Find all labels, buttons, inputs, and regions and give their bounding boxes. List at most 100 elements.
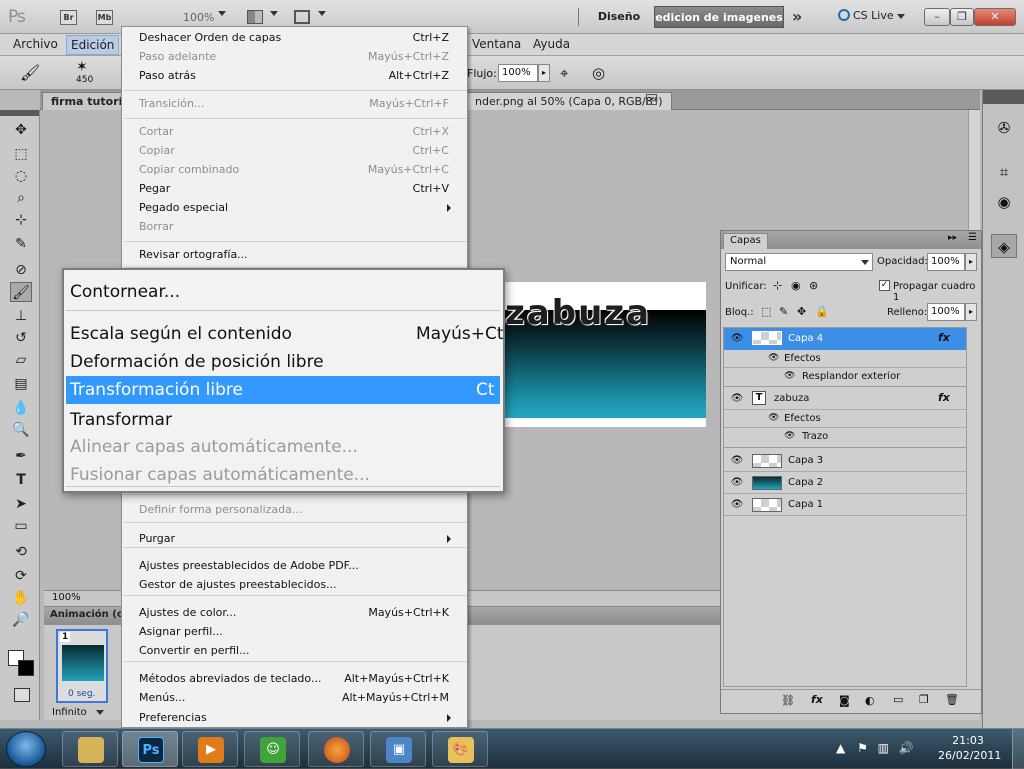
messenger-taskbar-button[interactable]: ☺ (244, 731, 300, 767)
collapse-panel-icon[interactable]: ▸▸ (948, 233, 957, 243)
quick-selection-icon[interactable]: ⌕ (10, 188, 32, 208)
status-zoom[interactable]: 100% (52, 592, 81, 603)
volume-icon[interactable]: 🔊 (899, 741, 914, 755)
edit-menu-item[interactable]: Convertir en perfil... (139, 641, 457, 660)
add-style-icon[interactable]: fx (811, 693, 823, 706)
chevron-down-icon[interactable] (318, 11, 326, 16)
brush-tool-icon[interactable]: 🖌 (10, 282, 32, 302)
menu-edicion[interactable]: Edición (66, 35, 120, 55)
arrange-documents-icon[interactable] (247, 10, 263, 24)
minimize-button[interactable]: – (924, 8, 950, 26)
dodge-tool-icon[interactable]: 🔍 (10, 420, 32, 440)
chevron-down-icon[interactable] (96, 710, 104, 715)
eyedropper-tool-icon[interactable]: ✎ (10, 234, 32, 254)
opacity-slider-button[interactable]: ▸ (965, 253, 977, 271)
transform-menu-item[interactable]: Deformación de posición libre (70, 348, 503, 376)
pen-tool-icon[interactable]: ✒ (10, 446, 32, 466)
edit-menu-item[interactable]: Asignar perfil... (139, 622, 457, 641)
transform-menu-item[interactable]: Transformación libre Ct (66, 376, 500, 404)
eraser-tool-icon[interactable]: ▱ (10, 350, 32, 370)
layer-name[interactable]: Capa 2 (788, 477, 823, 488)
menu-ventana[interactable]: Ventana (472, 37, 521, 51)
3d-orbit-icon[interactable]: ⟳ (10, 566, 32, 586)
move-tool-icon[interactable]: ✥ (10, 120, 32, 140)
crop-tool-icon[interactable]: ⊹ (10, 210, 32, 230)
lock-position-icon[interactable]: ✥ (797, 305, 806, 318)
fill-slider-button[interactable]: ▸ (965, 303, 977, 321)
screen-mode-icon[interactable] (294, 10, 310, 24)
show-hidden-icons-icon[interactable]: ▲ (836, 741, 845, 755)
transform-icon[interactable]: ⌗ (991, 160, 1017, 184)
shape-tool-icon[interactable]: ▭ (10, 516, 32, 536)
3d-icon[interactable]: ◉ (991, 190, 1017, 214)
path-selection-icon[interactable]: ➤ (10, 494, 32, 514)
flow-input[interactable]: 100% (498, 64, 538, 82)
airbrush-icon[interactable]: ⌖ (560, 64, 568, 82)
bridge-button[interactable]: Br (60, 10, 77, 25)
edit-menu-item[interactable]: Ajustes de color... Mayús+Ctrl+K (139, 603, 457, 622)
effects-row[interactable]: 👁 Efectos (724, 350, 966, 368)
effects-row[interactable]: 👁 Efectos (724, 410, 966, 428)
hand-tool-icon[interactable]: ✋ (10, 588, 32, 608)
link-layers-icon[interactable]: ⛓ (781, 694, 795, 707)
edit-menu-item[interactable]: Ajustes preestablecidos de Adobe PDF... (139, 556, 457, 575)
clock[interactable]: 21:03 26/02/2011 (938, 733, 1001, 763)
chevron-down-icon[interactable] (218, 11, 226, 16)
3d-rotate-icon[interactable]: ⟲ (10, 542, 32, 562)
spot-healing-icon[interactable]: ⊘ (10, 260, 32, 280)
blend-mode-select[interactable]: Normal (725, 253, 873, 271)
layer-name[interactable]: Capa 3 (788, 455, 823, 466)
visibility-eye-icon[interactable]: 👁 (768, 353, 779, 363)
layer-name[interactable]: Capa 1 (788, 499, 823, 510)
visibility-eye-icon[interactable]: 👁 (784, 371, 795, 381)
quick-mask-icon[interactable] (14, 688, 30, 702)
more-workspaces-icon[interactable]: » (792, 7, 802, 26)
trash-icon[interactable]: 🗑 (945, 693, 959, 706)
unify-visibility-icon[interactable]: ◉ (791, 279, 801, 292)
brush-icon[interactable]: 🖌 (20, 63, 40, 82)
unify-style-icon[interactable]: ⊛ (809, 279, 818, 292)
zoom-tool-icon[interactable]: 🔎 (10, 610, 32, 630)
transform-menu-item[interactable]: Transformar (70, 406, 503, 434)
layer-row-capa-3[interactable]: 👁 Capa 3 (724, 450, 966, 472)
edit-menu-item[interactable]: Revisar ortografía... (139, 245, 457, 264)
mini-bridge-button[interactable]: Mb (96, 10, 113, 25)
layer-row-capa-2[interactable]: 👁 Capa 2 (724, 472, 966, 494)
fx-icon[interactable]: fx (938, 331, 950, 344)
visibility-eye-icon[interactable]: 👁 (728, 329, 746, 349)
menu-archivo[interactable]: Archivo (13, 37, 58, 51)
history-brush-icon[interactable]: ↺ (10, 328, 32, 348)
paint-taskbar-button[interactable]: 🎨 (432, 731, 488, 767)
tablet-pressure-icon[interactable]: ◎ (592, 64, 605, 82)
close-button[interactable]: ✕ (974, 8, 1016, 26)
panel-menu-icon[interactable]: ☰ (968, 232, 977, 243)
visibility-eye-icon[interactable]: 👁 (768, 413, 779, 423)
marquee-tool-icon[interactable]: ⬚ (10, 144, 32, 164)
edit-menu-item[interactable]: Preferencias (139, 708, 457, 727)
chevron-down-icon[interactable] (270, 11, 278, 16)
effect-row[interactable]: 👁 Trazo (724, 428, 966, 448)
transform-menu-item[interactable]: Escala según el contenido Mayús+Ct (70, 320, 503, 348)
edit-menu-item[interactable]: Menús... Alt+Mayús+Ctrl+M (139, 688, 457, 707)
edit-menu-item[interactable]: Pegar Ctrl+V (139, 179, 457, 198)
edit-menu-item[interactable]: Pegado especial (139, 198, 457, 217)
lock-transparency-icon[interactable]: ⬚ (761, 305, 771, 318)
edit-menu-item[interactable]: Gestor de ajustes preestablecidos... (139, 575, 457, 594)
action-center-icon[interactable]: ⚑ (857, 741, 868, 755)
new-layer-icon[interactable]: ❐ (919, 693, 929, 706)
flow-slider-button[interactable]: ▸ (538, 64, 550, 82)
propagate-checkbox[interactable]: ✓ (879, 280, 890, 291)
blur-tool-icon[interactable]: 💧 (10, 398, 32, 418)
firefox-taskbar-button[interactable] (308, 731, 364, 767)
animation-frame[interactable]: 1 0 seg. (56, 629, 108, 703)
tab-render[interactable]: nder.png al 50% (Capa 0, RGB/8*) (466, 92, 672, 110)
new-group-icon[interactable]: ▭ (893, 693, 903, 706)
explorer-taskbar-button[interactable] (62, 731, 118, 767)
layers-tab[interactable]: Capas (723, 233, 768, 249)
edit-menu-item[interactable]: Purgar (139, 529, 457, 548)
type-tool-icon[interactable]: T (10, 470, 32, 490)
brush-preset-icon[interactable]: ✇ (991, 116, 1017, 140)
edit-menu-item[interactable]: Paso atrás Alt+Ctrl+Z (139, 66, 457, 85)
visibility-eye-icon[interactable]: 👁 (728, 473, 746, 493)
fill-input[interactable]: 100% (927, 303, 965, 321)
